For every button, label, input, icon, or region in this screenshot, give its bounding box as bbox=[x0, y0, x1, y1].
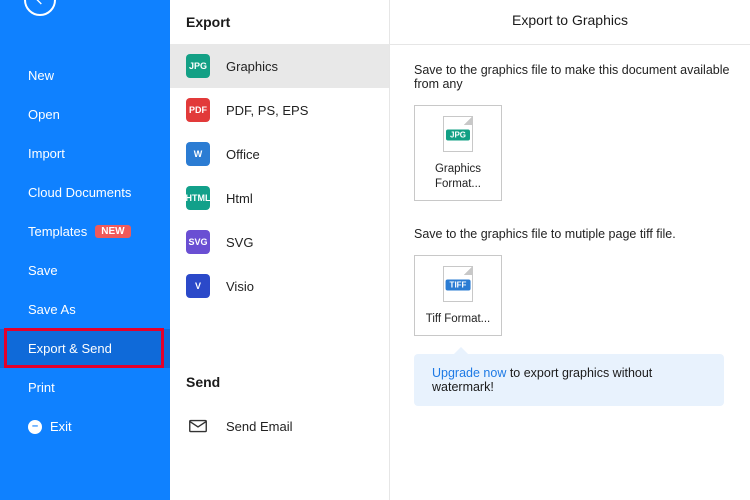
send-item-label: Send Email bbox=[226, 419, 292, 434]
export-item-label: SVG bbox=[226, 235, 253, 250]
export-block-desc: Save to the graphics file to make this d… bbox=[414, 63, 750, 91]
export-category-column: Export JPG Graphics PDF PDF, PS, EPS W Offi… bbox=[170, 0, 390, 500]
sidebar-item-label: Open bbox=[28, 107, 60, 122]
export-item-label: Office bbox=[226, 147, 260, 162]
sidebar: New Open Import Cloud Documents Template… bbox=[0, 0, 170, 500]
new-badge: NEW bbox=[95, 225, 130, 238]
jpg-icon: JPG bbox=[186, 54, 210, 78]
export-item-html[interactable]: HTML Html bbox=[170, 176, 389, 220]
export-item-svg[interactable]: SVG SVG bbox=[170, 220, 389, 264]
sidebar-item-cloud-documents[interactable]: Cloud Documents bbox=[0, 173, 170, 212]
export-item-visio[interactable]: V Visio bbox=[170, 264, 389, 308]
sidebar-item-label: Print bbox=[28, 380, 55, 395]
pdf-icon: PDF bbox=[186, 98, 210, 122]
export-item-label: Visio bbox=[226, 279, 254, 294]
export-heading: Export bbox=[170, 8, 389, 44]
back-button[interactable] bbox=[24, 0, 56, 16]
exit-icon: – bbox=[28, 420, 42, 434]
export-block-desc: Save to the graphics file to mutiple pag… bbox=[414, 227, 750, 241]
sidebar-item-import[interactable]: Import bbox=[0, 134, 170, 173]
sidebar-list: New Open Import Cloud Documents Template… bbox=[0, 56, 170, 446]
upgrade-promo: Upgrade now to export graphics without w… bbox=[414, 354, 724, 406]
tiff-tag: TIFF bbox=[446, 279, 471, 290]
arrow-left-icon bbox=[32, 0, 48, 8]
main-pane: Export to Graphics Save to the graphics … bbox=[390, 0, 750, 500]
sidebar-item-label: New bbox=[28, 68, 54, 83]
sidebar-item-label: Export & Send bbox=[28, 341, 112, 356]
sidebar-item-exit[interactable]: –Exit bbox=[0, 407, 170, 446]
export-item-label: Html bbox=[226, 191, 253, 206]
export-item-pdf[interactable]: PDF PDF, PS, EPS bbox=[170, 88, 389, 132]
sidebar-item-save[interactable]: Save bbox=[0, 251, 170, 290]
send-list: Send Email bbox=[170, 404, 389, 448]
sidebar-item-label: Templates bbox=[28, 224, 87, 239]
sidebar-item-label: Import bbox=[28, 146, 65, 161]
tile-label: Tiff Format... bbox=[426, 312, 491, 327]
file-icon: TIFF bbox=[443, 266, 473, 302]
app-root: New Open Import Cloud Documents Template… bbox=[0, 0, 750, 500]
jpg-tag: JPG bbox=[446, 129, 470, 140]
word-icon: W bbox=[186, 142, 210, 166]
sidebar-item-print[interactable]: Print bbox=[0, 368, 170, 407]
upgrade-link[interactable]: Upgrade now bbox=[432, 366, 506, 380]
export-block-graphics: Save to the graphics file to make this d… bbox=[414, 63, 750, 201]
tiff-format-tile[interactable]: TIFF Tiff Format... bbox=[414, 255, 502, 336]
main-body: Save to the graphics file to make this d… bbox=[390, 63, 750, 406]
sidebar-item-new[interactable]: New bbox=[0, 56, 170, 95]
sidebar-item-label: Save As bbox=[28, 302, 76, 317]
export-block-tiff: Save to the graphics file to mutiple pag… bbox=[414, 227, 750, 336]
sidebar-item-label: Save bbox=[28, 263, 58, 278]
email-icon bbox=[186, 414, 210, 438]
sidebar-item-open[interactable]: Open bbox=[0, 95, 170, 134]
sidebar-item-label: Exit bbox=[50, 419, 72, 434]
send-item-email[interactable]: Send Email bbox=[170, 404, 389, 448]
send-heading: Send bbox=[170, 368, 389, 404]
sidebar-item-save-as[interactable]: Save As bbox=[0, 290, 170, 329]
tile-label: Graphics Format... bbox=[421, 162, 495, 192]
export-item-label: PDF, PS, EPS bbox=[226, 103, 308, 118]
sidebar-item-templates[interactable]: Templates NEW bbox=[0, 212, 170, 251]
export-item-graphics[interactable]: JPG Graphics bbox=[170, 44, 389, 88]
html-icon: HTML bbox=[186, 186, 210, 210]
svg-icon: SVG bbox=[186, 230, 210, 254]
export-item-office[interactable]: W Office bbox=[170, 132, 389, 176]
export-category-list: JPG Graphics PDF PDF, PS, EPS W Office HTML… bbox=[170, 44, 389, 308]
graphics-format-tile[interactable]: JPG Graphics Format... bbox=[414, 105, 502, 201]
main-title: Export to Graphics bbox=[390, 8, 750, 45]
file-icon: JPG bbox=[443, 116, 473, 152]
export-item-label: Graphics bbox=[226, 59, 278, 74]
sidebar-item-label: Cloud Documents bbox=[28, 185, 131, 200]
sidebar-item-export-send[interactable]: Export & Send bbox=[0, 329, 170, 368]
visio-icon: V bbox=[186, 274, 210, 298]
